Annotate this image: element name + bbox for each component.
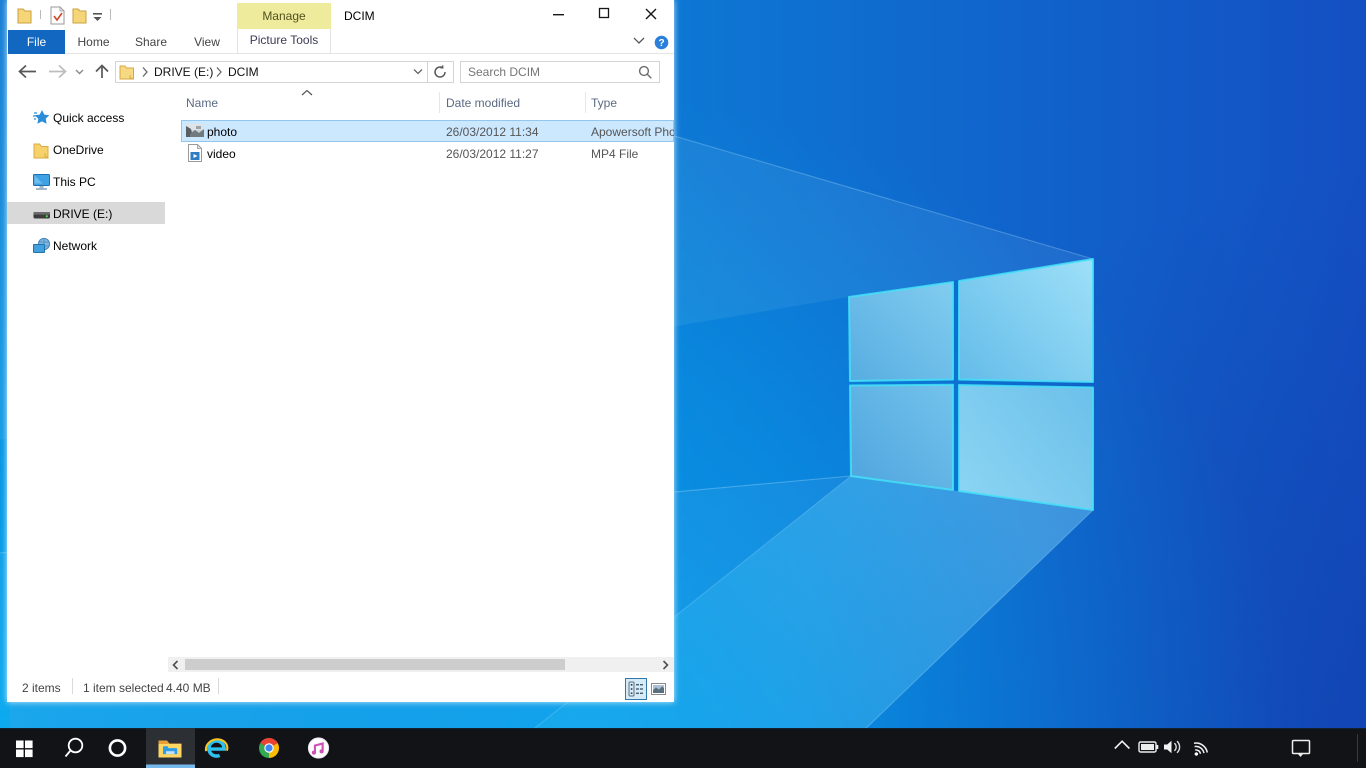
svg-text:?: ? <box>658 38 664 49</box>
